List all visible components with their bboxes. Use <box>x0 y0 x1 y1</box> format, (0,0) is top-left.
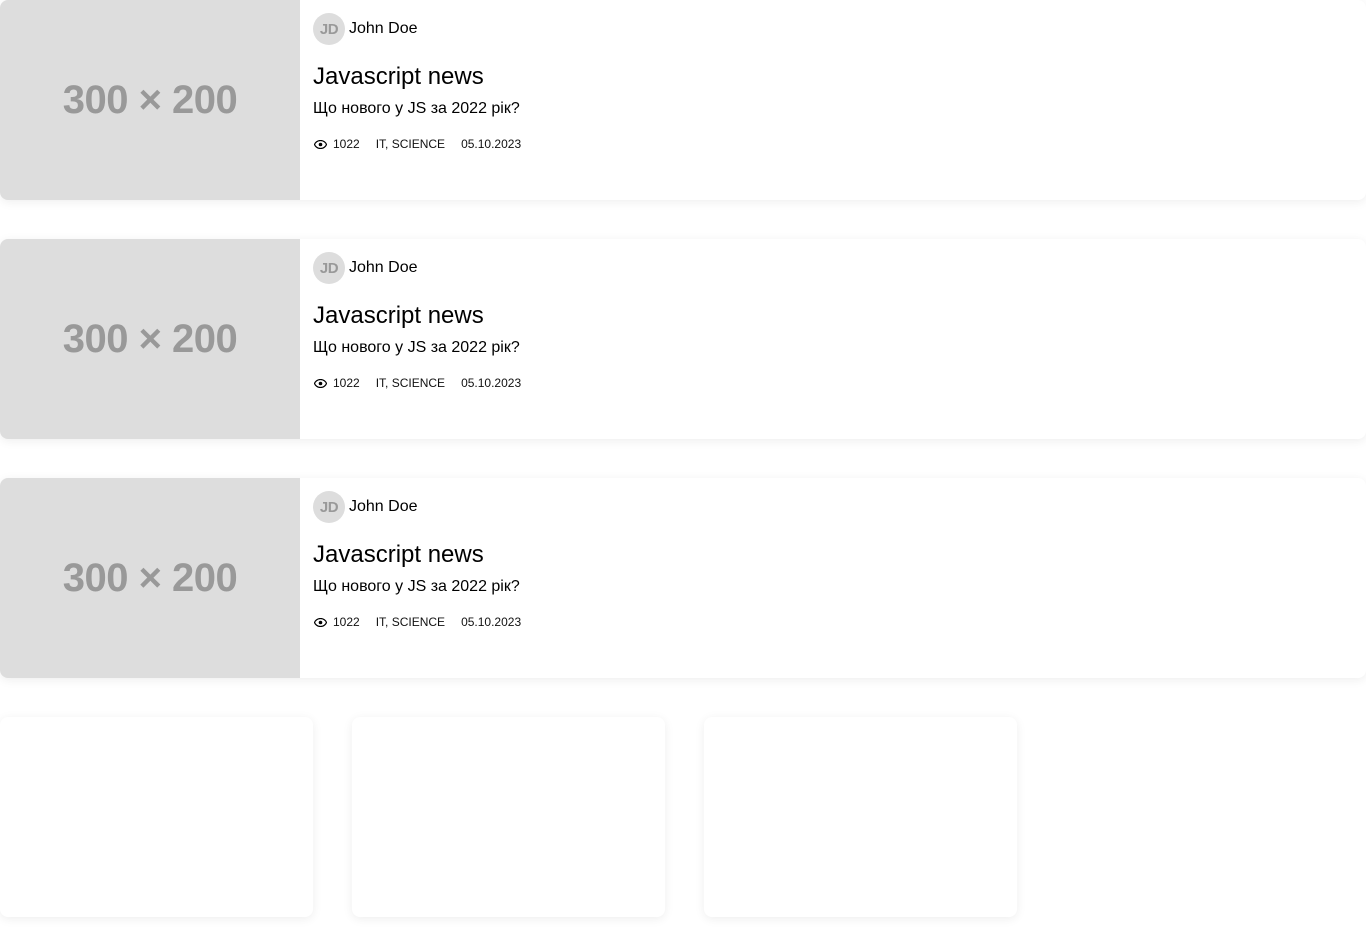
view-count: 1022 <box>333 376 360 390</box>
article-content: JD John Doe Javascript news Що нового у … <box>300 239 1366 439</box>
empty-card <box>704 717 1017 917</box>
article-title[interactable]: Javascript news <box>313 63 484 91</box>
article-title[interactable]: Javascript news <box>313 302 484 330</box>
eye-icon <box>313 137 327 151</box>
eye-icon <box>313 615 327 629</box>
article-date: 05.10.2023 <box>461 137 522 151</box>
eye-icon <box>313 376 327 390</box>
article-date: 05.10.2023 <box>461 376 522 390</box>
avatar: JD <box>313 491 345 523</box>
author-name: John Doe <box>349 498 418 515</box>
article-subtitle: Що нового у JS за 2022 рік? <box>313 339 520 356</box>
author-name: John Doe <box>349 20 418 37</box>
article-thumbnail: 300 × 200 <box>0 478 300 678</box>
author-info: JD John Doe <box>313 13 418 45</box>
article-date: 05.10.2023 <box>461 615 522 629</box>
article-tags[interactable]: IT, SCIENCE <box>376 615 445 629</box>
avatar: JD <box>313 252 345 284</box>
article-content: JD John Doe Javascript news Що нового у … <box>300 478 1366 678</box>
article-subtitle: Що нового у JS за 2022 рік? <box>313 100 520 117</box>
article-thumbnail: 300 × 200 <box>0 239 300 439</box>
empty-card <box>352 717 665 917</box>
article-title[interactable]: Javascript news <box>313 541 484 569</box>
article-content: JD John Doe Javascript news Що нового у … <box>300 0 1366 200</box>
author-info: JD John Doe <box>313 491 418 523</box>
article-thumbnail: 300 × 200 <box>0 0 300 200</box>
avatar: JD <box>313 13 345 45</box>
author-name: John Doe <box>349 259 418 276</box>
article-card[interactable]: 300 × 200 JD John Doe Javascript news Що… <box>0 478 1366 678</box>
article-card[interactable]: 300 × 200 JD John Doe Javascript news Що… <box>0 0 1366 200</box>
article-meta: 1022 IT, SCIENCE 05.10.2023 <box>313 376 521 390</box>
author-info: JD John Doe <box>313 252 418 284</box>
empty-card <box>0 717 313 917</box>
article-tags[interactable]: IT, SCIENCE <box>376 137 445 151</box>
news-list-page: 300 × 200 JD John Doe Javascript news Що… <box>0 0 1366 943</box>
view-count: 1022 <box>333 137 360 151</box>
article-meta: 1022 IT, SCIENCE 05.10.2023 <box>313 615 521 629</box>
article-meta: 1022 IT, SCIENCE 05.10.2023 <box>313 137 521 151</box>
article-tags[interactable]: IT, SCIENCE <box>376 376 445 390</box>
view-count: 1022 <box>333 615 360 629</box>
article-card[interactable]: 300 × 200 JD John Doe Javascript news Що… <box>0 239 1366 439</box>
article-subtitle: Що нового у JS за 2022 рік? <box>313 578 520 595</box>
